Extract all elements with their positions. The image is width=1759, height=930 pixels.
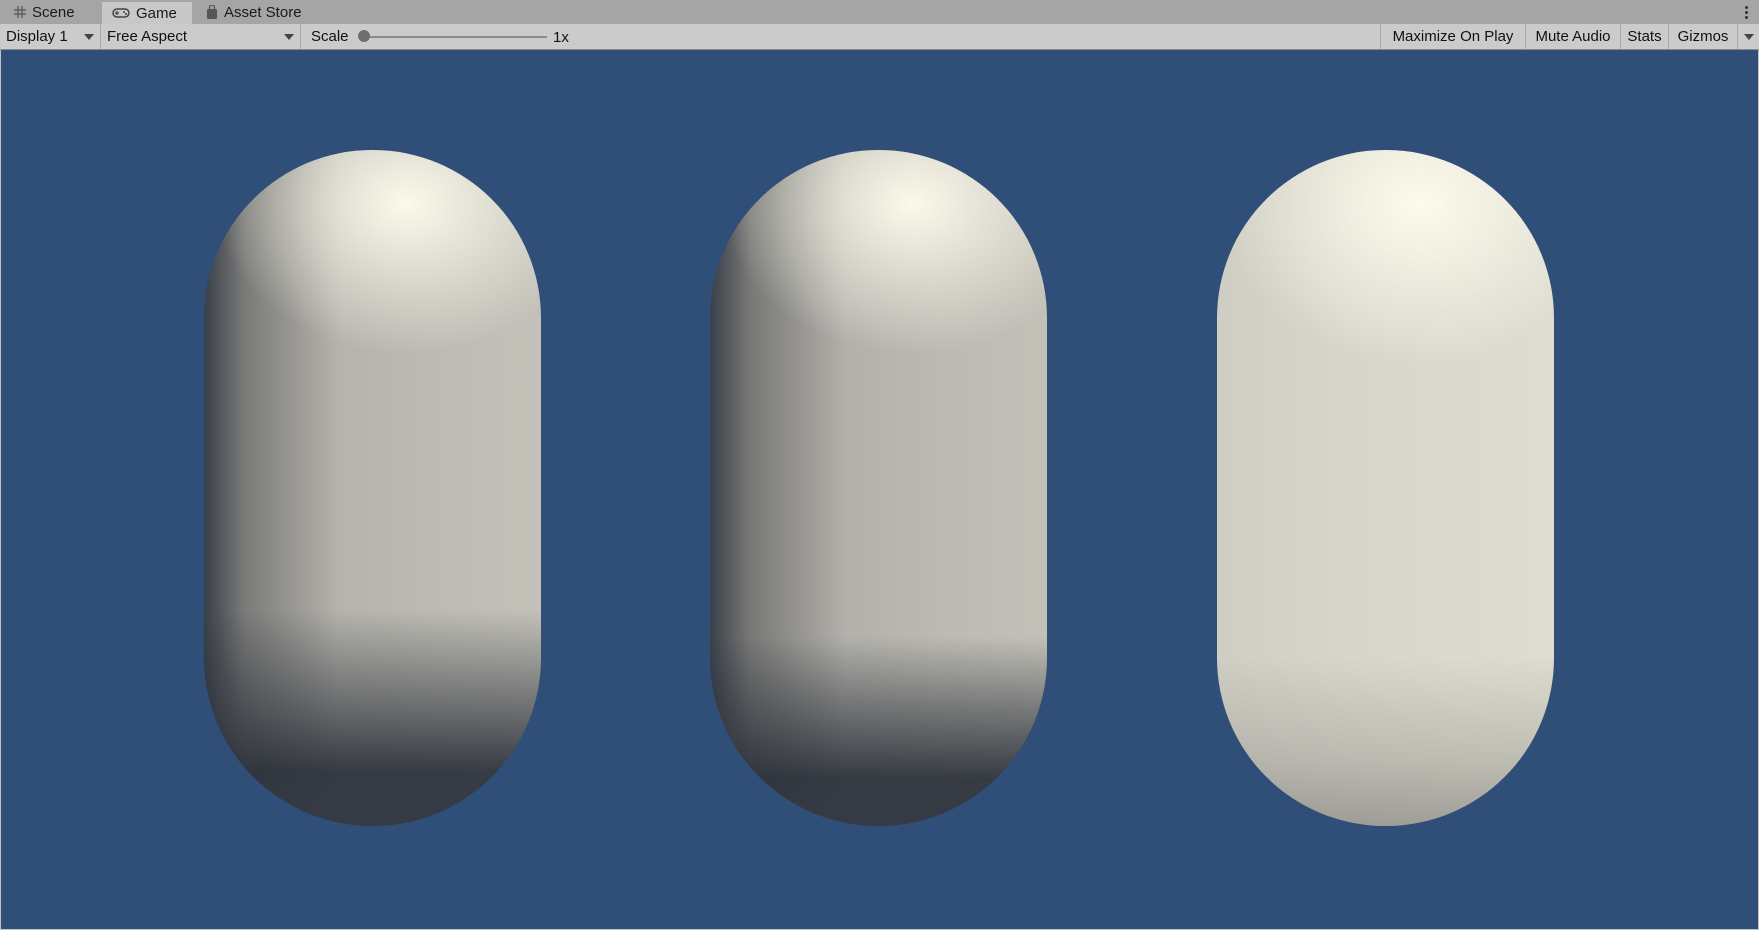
tab-bar: Scene Game Asset Store <box>0 0 1759 25</box>
more-options-icon[interactable] <box>1741 2 1751 22</box>
chevron-down-icon <box>84 34 94 40</box>
tab-label: Asset Store <box>224 3 302 21</box>
scale-slider-track[interactable] <box>361 36 547 38</box>
aspect-label: Free Aspect <box>107 28 188 45</box>
mute-label: Mute Audio <box>1535 28 1611 45</box>
scale-slider-handle[interactable] <box>358 30 370 42</box>
maximize-label: Maximize On Play <box>1392 28 1514 45</box>
gizmos-label: Gizmos <box>1677 28 1729 45</box>
tab-label: Game <box>136 4 177 22</box>
gamepad-icon <box>112 7 130 19</box>
mute-audio-toggle[interactable]: Mute Audio <box>1526 24 1621 49</box>
gizmos-toggle[interactable]: Gizmos <box>1669 24 1737 49</box>
stats-toggle[interactable]: Stats <box>1621 24 1669 49</box>
grid-icon <box>14 6 26 18</box>
stats-label: Stats <box>1627 28 1662 45</box>
tab-game[interactable]: Game <box>102 0 192 24</box>
game-viewport[interactable] <box>1 50 1758 929</box>
shopping-bag-icon <box>206 5 218 19</box>
scale-label: Scale <box>311 28 349 45</box>
aspect-dropdown[interactable]: Free Aspect <box>101 24 301 49</box>
capsule-right <box>1217 150 1554 826</box>
tab-label: Scene <box>32 3 75 21</box>
display-dropdown[interactable]: Display 1 <box>0 24 101 49</box>
tab-asset-store[interactable]: Asset Store <box>196 0 326 24</box>
chevron-down-icon <box>284 34 294 40</box>
scale-value: 1x <box>553 29 569 46</box>
capsule-middle <box>710 150 1047 826</box>
chevron-down-icon <box>1744 34 1754 40</box>
gizmos-dropdown[interactable] <box>1737 24 1759 49</box>
maximize-on-play-toggle[interactable]: Maximize On Play <box>1380 24 1526 49</box>
scale-control: Scale 1x <box>301 24 581 49</box>
display-label: Display 1 <box>6 28 68 45</box>
tab-scene[interactable]: Scene <box>4 0 100 24</box>
game-toolbar: Display 1 Free Aspect Scale 1x Maximize … <box>0 24 1759 50</box>
capsule-left <box>204 150 541 826</box>
